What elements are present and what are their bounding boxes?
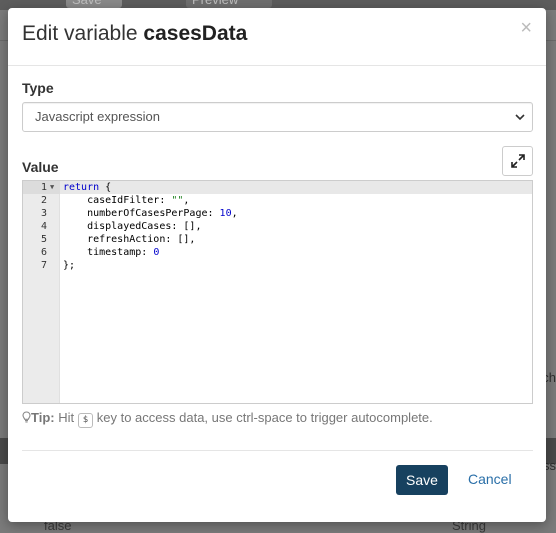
close-button[interactable]: × <box>520 18 532 38</box>
tip-text: Tip: Hit $ key to access data, use ctrl-… <box>22 410 433 428</box>
code-line[interactable]: 1 ▼ return { <box>23 181 532 194</box>
code-text: }; <box>63 260 76 271</box>
tip-before: Hit <box>54 410 78 425</box>
code-line[interactable]: 3 numberOfCasesPerPage: 10, <box>23 207 532 220</box>
save-button[interactable]: Save <box>396 465 448 495</box>
code-text: timestamp: 0 <box>63 247 160 258</box>
code-text: return { <box>63 182 112 193</box>
dollar-key: $ <box>77 413 94 428</box>
code-text: caseIdFilter: "", <box>63 195 190 206</box>
code-line[interactable]: 6 timestamp: 0 <box>23 246 532 259</box>
type-select[interactable]: Javascript expression <box>22 102 533 132</box>
code-text: displayedCases: [], <box>63 221 202 232</box>
footer-divider <box>22 450 533 451</box>
code-text: numberOfCasesPerPage: 10, <box>63 208 238 219</box>
modal-header: Edit variable casesData × <box>8 8 546 66</box>
chevron-down-icon <box>515 114 525 121</box>
line-number: 2 <box>40 195 47 206</box>
line-number: 3 <box>40 208 47 219</box>
code-line[interactable]: 2 caseIdFilter: "", <box>23 194 532 207</box>
code-editor[interactable]: 1 ▼ return { 2 caseIdFilter: "", 3 numbe… <box>22 180 533 404</box>
type-select-value: Javascript expression <box>35 109 160 124</box>
code-text: refreshAction: [], <box>63 234 196 245</box>
line-number: 5 <box>40 234 47 245</box>
code-line[interactable]: 4 displayedCases: [], <box>23 220 532 233</box>
expand-icon <box>511 154 525 168</box>
expand-editor-button[interactable] <box>502 146 533 176</box>
edit-variable-modal: Edit variable casesData × Type Javascrip… <box>8 8 546 522</box>
value-label: Value <box>22 159 59 175</box>
type-label: Type <box>22 80 54 96</box>
modal-title-prefix: Edit variable <box>22 22 144 45</box>
modal-title: Edit variable casesData <box>22 22 247 46</box>
line-number: 4 <box>40 221 47 232</box>
line-number: 1 <box>23 181 60 194</box>
tip-after: key to access data, use ctrl-space to tr… <box>93 410 433 425</box>
line-number: 6 <box>40 247 47 258</box>
code-line[interactable]: 7 }; <box>23 259 532 272</box>
fold-arrow-icon[interactable]: ▼ <box>50 181 54 194</box>
variable-name: casesData <box>143 22 248 45</box>
lightbulb-icon <box>22 411 31 423</box>
background-save-button: Save <box>66 0 122 8</box>
line-number: 7 <box>40 260 47 271</box>
code-line[interactable]: 5 refreshAction: [], <box>23 233 532 246</box>
background-preview-button: Preview <box>186 0 272 8</box>
cancel-button[interactable]: Cancel <box>468 471 512 487</box>
tip-label: Tip: <box>31 410 55 425</box>
